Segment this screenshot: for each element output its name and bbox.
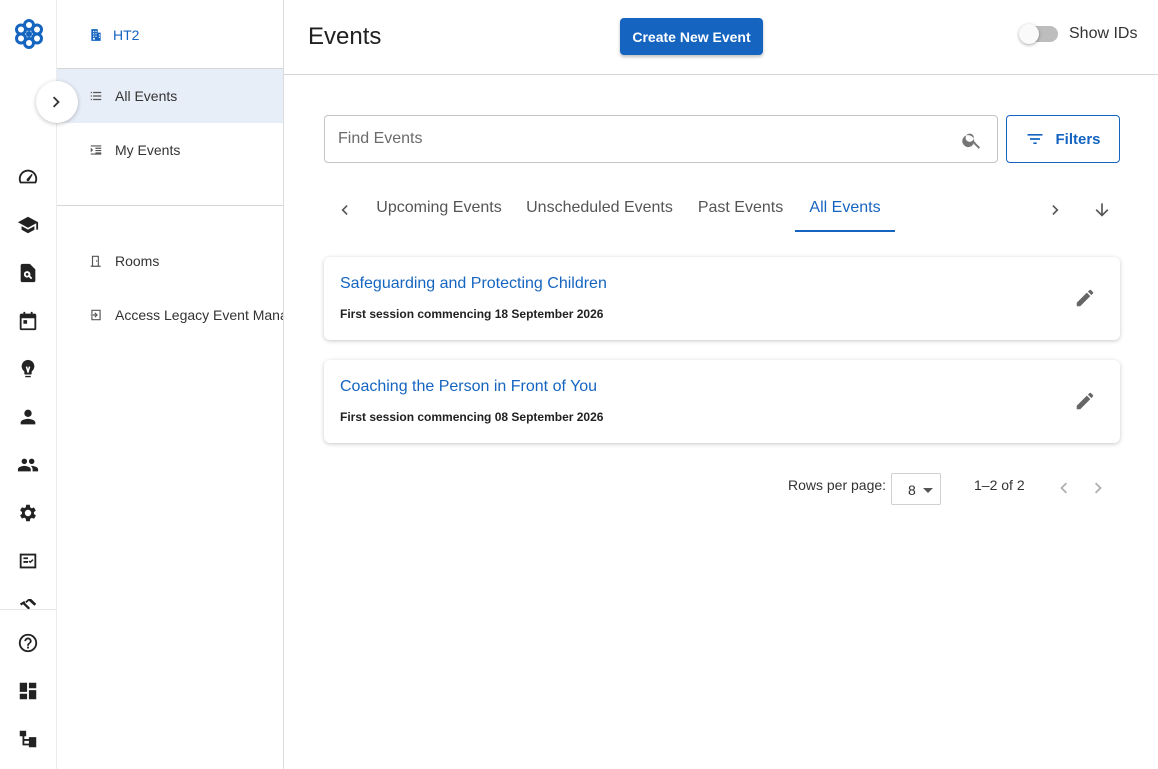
tab-unscheduled-events[interactable]: Unscheduled Events [520, 186, 679, 232]
list-indent-icon [90, 145, 102, 155]
rows-per-page-label: Rows per page: [788, 477, 887, 493]
app-root: HT2 All Events My Events Rooms Access Le… [0, 0, 1158, 769]
rows-per-page-value: 8 [908, 482, 916, 498]
handshake-icon[interactable] [16, 593, 40, 609]
dashboard-speed-icon[interactable] [16, 165, 40, 189]
building-icon [91, 29, 101, 41]
show-ids-label: Show IDs [1069, 25, 1138, 42]
next-page-button[interactable] [1088, 477, 1112, 501]
org-name: HT2 [113, 27, 140, 43]
event-card: Coaching the Person in Front of You Firs… [324, 360, 1120, 443]
help-icon[interactable] [16, 631, 40, 655]
search-box [324, 115, 998, 163]
rows-per-page-select[interactable]: 8 [891, 473, 941, 505]
nav-item-label: Rooms [115, 253, 160, 269]
nav-item-label: Access Legacy Event Management [115, 307, 283, 323]
chevron-left-icon [341, 205, 348, 215]
document-search-icon[interactable] [16, 261, 40, 285]
login-icon [90, 309, 101, 321]
layout-icon[interactable] [16, 679, 40, 703]
caret-down-icon [923, 488, 933, 493]
event-tabs: Upcoming Events Unscheduled Events Past … [324, 186, 1124, 234]
search-input[interactable] [338, 116, 948, 162]
list-icon [90, 91, 102, 101]
expand-nav-button[interactable] [36, 81, 78, 123]
nav-item-label: My Events [115, 142, 181, 158]
filters-button[interactable]: Filters [1006, 115, 1120, 163]
pencil-icon [1076, 392, 1094, 410]
filters-label: Filters [1055, 130, 1101, 148]
chevron-left-icon [1060, 482, 1068, 494]
subnav-divider [57, 205, 283, 206]
tab-all-events[interactable]: All Events [795, 186, 895, 232]
create-new-event-button[interactable]: Create New Event [620, 18, 763, 55]
edit-event-button[interactable] [1074, 287, 1098, 311]
calendar-icon[interactable] [16, 309, 40, 333]
event-card: Safeguarding and Protecting Children Fir… [324, 257, 1120, 340]
tabs-scroll-left-button[interactable] [330, 196, 358, 224]
sort-down-button[interactable] [1088, 196, 1116, 224]
checklist-icon[interactable] [16, 549, 40, 573]
chevron-right-icon [1052, 205, 1059, 215]
chevron-right-icon [52, 96, 60, 108]
arrow-down-icon [1095, 203, 1109, 217]
pencil-icon [1076, 289, 1094, 307]
show-ids-toggle[interactable] [1019, 24, 1058, 44]
event-title-link[interactable]: Coaching the Person in Front of You [340, 378, 597, 396]
event-subtitle: First session commencing 18 September 20… [340, 307, 604, 321]
previous-page-button[interactable] [1052, 477, 1076, 501]
toggle-knob [1019, 24, 1039, 44]
event-title-link[interactable]: Safeguarding and Protecting Children [340, 275, 607, 293]
filter-list-icon [1027, 134, 1043, 144]
page-title: Events [308, 23, 382, 50]
lightbulb-icon[interactable] [16, 357, 40, 381]
edit-event-button[interactable] [1074, 390, 1098, 414]
nav-item-all-events[interactable]: All Events [57, 69, 283, 123]
chevron-right-icon [1094, 482, 1102, 494]
event-subtitle: First session commencing 08 September 20… [340, 410, 604, 424]
secondary-nav: HT2 All Events My Events Rooms Access Le… [57, 0, 284, 769]
hierarchy-icon[interactable] [16, 727, 40, 751]
nav-item-rooms[interactable]: Rooms [57, 234, 283, 288]
pagination-range: 1–2 of 2 [974, 477, 1025, 493]
people-icon[interactable] [16, 453, 40, 477]
tab-upcoming-events[interactable]: Upcoming Events [364, 186, 514, 232]
search-icon[interactable] [961, 129, 983, 151]
org-link[interactable]: HT2 [89, 26, 139, 44]
door-icon [90, 255, 101, 267]
tabs-scroll-right-button[interactable] [1042, 196, 1070, 224]
nav-item-my-events[interactable]: My Events [57, 123, 283, 177]
app-logo-icon[interactable] [13, 18, 45, 50]
nav-item-legacy-event-management[interactable]: Access Legacy Event Management [57, 288, 283, 342]
settings-icon[interactable] [16, 501, 40, 525]
person-icon[interactable] [16, 405, 40, 429]
rail-divider [0, 609, 57, 610]
page-header: Events Create New Event Show IDs [284, 0, 1158, 75]
school-icon[interactable] [16, 213, 40, 237]
nav-item-label: All Events [115, 88, 178, 104]
tab-past-events[interactable]: Past Events [687, 186, 794, 232]
